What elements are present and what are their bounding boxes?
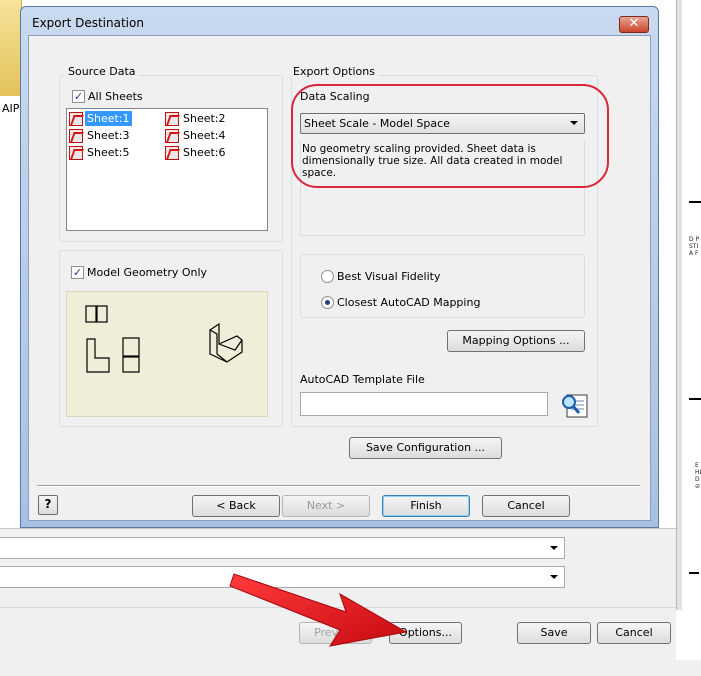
export-destination-dialog: Export Destination ✕ Source Data ✓ All S… <box>20 6 659 528</box>
sheet-label: Sheet:1 <box>85 111 132 126</box>
sheet-icon <box>165 146 179 160</box>
close-button[interactable]: ✕ <box>619 16 649 33</box>
export-options-label: Export Options <box>290 65 378 78</box>
best-visual-fidelity-radio[interactable] <box>321 270 334 283</box>
next-button[interactable]: Next > <box>282 495 370 517</box>
red-arrow-annotation <box>229 573 408 647</box>
status-strip <box>0 660 701 676</box>
dialog-divider <box>37 485 640 487</box>
drawing-preview: D PSTIA F EHLCD T⊘ <box>683 0 701 610</box>
background-cancel-button[interactable]: Cancel <box>597 622 671 644</box>
sheet-label: Sheet:2 <box>183 112 226 125</box>
closest-autocad-mapping-label: Closest AutoCAD Mapping <box>337 296 481 309</box>
sheet-label: Sheet:3 <box>87 129 130 142</box>
dialog-titlebar[interactable]: Export Destination ✕ <box>21 7 658 35</box>
vertical-scrollbar[interactable] <box>676 0 682 610</box>
sheet-label: Sheet:6 <box>183 146 226 159</box>
sidebar-label: AIP <box>2 102 20 115</box>
model-geometry-only-label: Model Geometry Only <box>87 266 208 279</box>
help-button[interactable]: ? <box>38 495 58 515</box>
sheet-icon <box>165 112 179 126</box>
sheet-label: Sheet:5 <box>87 146 130 159</box>
autocad-template-file-input[interactable] <box>300 392 548 416</box>
closest-autocad-mapping-radio[interactable] <box>321 296 334 309</box>
sheet-icon <box>69 146 83 160</box>
geometry-preview-icon <box>85 305 243 373</box>
geometry-preview <box>66 291 268 417</box>
browse-file-icon[interactable] <box>558 389 590 419</box>
sheets-list[interactable]: Sheet:1 Sheet:2 Sheet:3 Sheet:4 Sheet:5 … <box>66 108 268 231</box>
chevron-down-icon <box>550 546 558 550</box>
chevron-down-icon <box>550 575 558 579</box>
sheet-icon <box>165 129 179 143</box>
all-sheets-checkbox[interactable]: ✓ <box>72 90 85 103</box>
all-sheets-label: All Sheets <box>88 90 143 103</box>
dialog-client-area: Source Data ✓ All Sheets Sheet:1 Sheet:2… <box>28 35 651 521</box>
save-configuration-button[interactable]: Save Configuration ... <box>349 437 502 459</box>
highlight-annotation <box>291 84 609 188</box>
dialog-title: Export Destination <box>32 16 144 30</box>
close-icon: ✕ <box>628 16 640 31</box>
best-visual-fidelity-label: Best Visual Fidelity <box>337 270 441 283</box>
finish-button[interactable]: Finish <box>382 495 470 517</box>
mapping-options-button[interactable]: Mapping Options ... <box>447 330 585 352</box>
sheet-label: Sheet:4 <box>183 129 226 142</box>
cancel-button[interactable]: Cancel <box>482 495 570 517</box>
sheet-icon <box>69 129 83 143</box>
source-data-label: Source Data <box>65 65 139 78</box>
autocad-template-file-label: AutoCAD Template File <box>300 373 425 386</box>
model-geometry-only-checkbox[interactable]: ✓ <box>71 266 84 279</box>
sheet-icon <box>69 112 83 126</box>
help-icon: ? <box>44 497 52 511</box>
back-button[interactable]: < Back <box>192 495 280 517</box>
folder-icon <box>0 0 22 96</box>
background-save-button[interactable]: Save <box>517 622 591 644</box>
